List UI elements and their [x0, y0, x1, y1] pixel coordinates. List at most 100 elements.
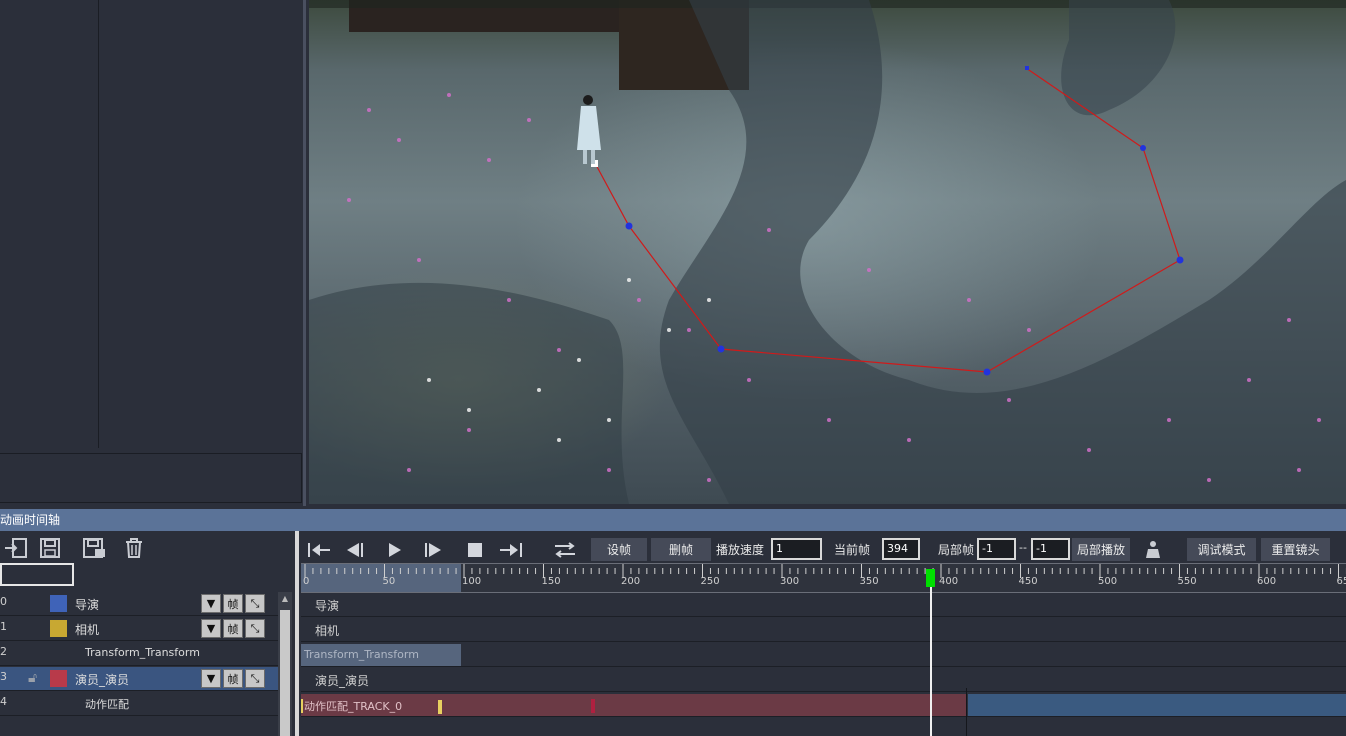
save-icon[interactable]: [36, 536, 64, 560]
frame-button[interactable]: 帧: [223, 619, 243, 638]
track-index: 1: [0, 620, 7, 633]
ruler-tick-label: 100: [462, 576, 482, 587]
lock-icon[interactable]: 🔓︎: [28, 670, 37, 686]
track-name: Transform_Transform: [85, 646, 200, 659]
local-end-input[interactable]: -1: [1031, 538, 1070, 560]
track-name: 相机: [75, 623, 100, 637]
panel-splitter[interactable]: [295, 531, 299, 736]
transform-clip[interactable]: Transform_Transform: [301, 644, 461, 666]
expand-arrows-icon[interactable]: ⤡: [245, 669, 265, 688]
track-color-swatch: [50, 620, 67, 637]
loop-icon[interactable]: [551, 539, 579, 561]
left-panel: [0, 0, 306, 506]
actor-figure-icon[interactable]: [1141, 539, 1165, 561]
next-frame-icon[interactable]: [421, 539, 445, 561]
track-color-swatch: [50, 595, 67, 612]
lane-actor[interactable]: 演员_演员: [301, 668, 1346, 692]
path-node[interactable]: [625, 222, 633, 230]
previous-frame-icon[interactable]: [343, 539, 367, 561]
timeline-title: 动画时间轴: [0, 513, 61, 527]
track-row-transform[interactable]: 2 Transform_Transform: [0, 642, 278, 666]
left-panel-bottom-box: [0, 453, 302, 503]
expand-arrows-icon[interactable]: ⤡: [245, 619, 265, 638]
go-to-start-icon[interactable]: [305, 539, 333, 561]
import-icon[interactable]: [2, 536, 30, 560]
current-frame-input[interactable]: 394: [882, 538, 920, 560]
set-frame-button[interactable]: 设帧: [591, 538, 647, 561]
lane-camera[interactable]: 相机: [301, 618, 1346, 642]
ruler-tick-label: 400: [939, 576, 959, 587]
ruler-tick-label: 350: [859, 576, 879, 587]
local-frame-label: 局部帧: [938, 543, 975, 557]
track-color-swatch: [50, 670, 67, 687]
ruler-tick-label: 50: [382, 576, 396, 587]
track-name: 动作匹配: [85, 698, 129, 711]
reset-camera-button[interactable]: 重置镜头: [1261, 538, 1330, 561]
local-play-button[interactable]: 局部播放: [1072, 538, 1130, 561]
lane-action-match[interactable]: 动作匹配_TRACK_0: [301, 693, 1346, 717]
clip-end-line: [966, 688, 967, 736]
path-node[interactable]: [1140, 145, 1146, 151]
lane-transform[interactable]: Transform_Transform: [301, 643, 1346, 667]
ruler-tick-label: 300: [780, 576, 800, 587]
playhead-handle[interactable]: [926, 569, 935, 587]
ruler-tick-label: 250: [700, 576, 720, 587]
track-list: 0 导演 ▼ 帧 ⤡ 1 相机 ▼ 帧 ⤡ 2 Transform_Transf…: [0, 592, 278, 736]
save-as-icon[interactable]: [80, 536, 108, 560]
ruler-tick-label: 600: [1257, 576, 1277, 587]
playhead-line: [930, 587, 932, 736]
path-node[interactable]: [983, 368, 991, 376]
frame-button[interactable]: 帧: [223, 669, 243, 688]
current-frame-label: 当前帧: [834, 543, 871, 557]
expand-arrows-icon[interactable]: ⤡: [245, 594, 265, 613]
lane-label: 演员_演员: [315, 674, 370, 688]
track-row-director[interactable]: 0 导演 ▼ 帧 ⤡: [0, 592, 278, 616]
keyframe-marker[interactable]: [438, 700, 442, 714]
lane-label: 相机: [315, 624, 340, 638]
dropdown-icon[interactable]: ▼: [201, 594, 221, 613]
ruler-tick-label: 550: [1177, 576, 1197, 587]
track-name: 导演: [75, 598, 100, 612]
delete-frame-button[interactable]: 删帧: [651, 538, 711, 561]
play-icon[interactable]: [383, 539, 405, 561]
clip-label: 动作匹配_TRACK_0: [304, 700, 403, 713]
track-row-action-match[interactable]: 4 动作匹配: [0, 692, 278, 716]
track-name: 演员_演员: [75, 673, 130, 687]
delete-icon[interactable]: [120, 536, 148, 560]
ruler-tick-label: 200: [621, 576, 641, 587]
tree-shadow-main: [659, 0, 1346, 504]
path-node[interactable]: [1176, 256, 1184, 264]
path-node[interactable]: [717, 345, 725, 353]
blue-region: [968, 694, 1346, 716]
scene-overlay: [309, 0, 1346, 504]
speed-label: 播放速度: [716, 543, 765, 557]
dropdown-icon[interactable]: ▼: [201, 619, 221, 638]
dropdown-icon[interactable]: ▼: [201, 669, 221, 688]
stop-icon[interactable]: [464, 539, 486, 561]
track-index: 4: [0, 695, 7, 708]
keyframe-marker[interactable]: [301, 699, 303, 713]
track-index: 0: [0, 595, 7, 608]
character[interactable]: [577, 95, 601, 164]
timeline-name-input[interactable]: [0, 563, 74, 586]
frame-button[interactable]: 帧: [223, 594, 243, 613]
lane-director[interactable]: 导演: [301, 593, 1346, 617]
speed-input[interactable]: 1: [771, 538, 822, 560]
local-start-input[interactable]: -1: [977, 538, 1016, 560]
left-panel-divider: [98, 0, 99, 448]
scroll-up-icon[interactable]: ▲: [278, 594, 292, 608]
scene-viewport[interactable]: [309, 0, 1346, 504]
track-row-actor[interactable]: 3 🔓︎ 演员_演员 ▼ 帧 ⤡: [0, 667, 278, 691]
track-row-camera[interactable]: 1 相机 ▼ 帧 ⤡: [0, 617, 278, 641]
debug-mode-button[interactable]: 调试模式: [1187, 538, 1256, 561]
scrollbar-thumb[interactable]: [280, 610, 290, 736]
ruler-tick-label: 500: [1098, 576, 1118, 587]
path-end-node[interactable]: [1025, 66, 1029, 70]
ruler-tick-label: 450: [1018, 576, 1038, 587]
keyframe-marker[interactable]: [591, 699, 595, 713]
ruler-tick-label: 0: [303, 576, 310, 587]
track-index: 3: [0, 670, 7, 683]
action-match-clip[interactable]: 动作匹配_TRACK_0: [301, 694, 966, 716]
go-to-end-icon[interactable]: [497, 539, 525, 561]
clip-label: Transform_Transform: [304, 648, 419, 661]
